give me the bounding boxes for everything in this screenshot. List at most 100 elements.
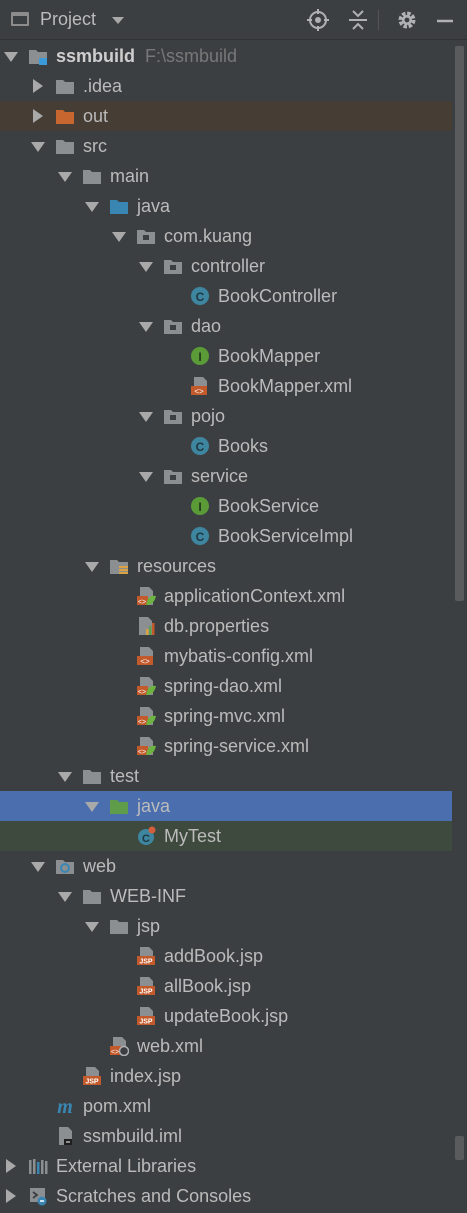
tree-node[interactable]: WEB-INF bbox=[0, 881, 452, 911]
jsp-icon: JSP bbox=[137, 947, 155, 966]
folder-gray-icon bbox=[110, 920, 128, 934]
project-view-icon[interactable] bbox=[11, 12, 29, 26]
svg-text:JSP: JSP bbox=[139, 959, 153, 966]
tree-node[interactable]: C BookServiceImpl bbox=[0, 521, 452, 551]
tree-node-name: Scratches and Consoles bbox=[56, 1186, 252, 1206]
tree-node[interactable]: pojo bbox=[0, 401, 452, 431]
tree-node[interactable]: test bbox=[0, 761, 452, 791]
collapse-all-icon[interactable] bbox=[346, 8, 370, 32]
tree-node[interactable]: <> spring-dao.xml bbox=[0, 671, 452, 701]
expand-arrow-down-icon[interactable] bbox=[4, 41, 18, 71]
expand-arrow-down-icon[interactable] bbox=[139, 461, 153, 491]
expand-arrow-right-icon[interactable] bbox=[4, 1181, 18, 1211]
expand-arrow-right-icon[interactable] bbox=[31, 101, 45, 131]
tree-node[interactable]: C MyTest bbox=[0, 821, 452, 851]
expand-arrow-down-icon[interactable] bbox=[112, 221, 126, 251]
gear-icon[interactable] bbox=[395, 8, 419, 32]
tree-node[interactable]: <> spring-service.xml bbox=[0, 731, 452, 761]
tree-node-name: pojo bbox=[191, 406, 226, 426]
tree-node[interactable]: .idea bbox=[0, 71, 452, 101]
svg-text:JSP: JSP bbox=[139, 1019, 153, 1026]
xml-icon: <> bbox=[191, 377, 207, 396]
expand-arrow-down-icon[interactable] bbox=[85, 911, 99, 941]
expand-arrow-down-icon[interactable] bbox=[139, 251, 153, 281]
tree-node-label: updateBook.jsp bbox=[164, 1001, 288, 1031]
tree-node-name: spring-service.xml bbox=[164, 736, 310, 756]
horizontal-scroll-thumb[interactable] bbox=[455, 1136, 464, 1160]
tree-node[interactable]: JSP index.jsp bbox=[0, 1061, 452, 1091]
tree-node[interactable]: java bbox=[0, 191, 452, 221]
tree-node[interactable]: ssmbuild F:\ssmbuild bbox=[0, 41, 452, 71]
tree-node-name: Books bbox=[218, 436, 269, 456]
folder-blue-icon bbox=[110, 200, 128, 214]
tree-node-name: ssmbuild bbox=[56, 46, 136, 66]
tree-node[interactable]: <> spring-mvc.xml bbox=[0, 701, 452, 731]
tree-node[interactable]: jsp bbox=[0, 911, 452, 941]
tree-node[interactable]: <> mybatis-config.xml bbox=[0, 641, 452, 671]
tree-node[interactable]: out bbox=[0, 101, 452, 131]
expand-arrow-right-icon[interactable] bbox=[4, 1151, 18, 1181]
tree-node-name: MyTest bbox=[164, 826, 222, 846]
svg-text:JSP: JSP bbox=[85, 1079, 99, 1086]
tree-node[interactable]: main bbox=[0, 161, 452, 191]
expand-arrow-down-icon[interactable] bbox=[31, 131, 45, 161]
tree-node[interactable]: java bbox=[0, 791, 452, 821]
expand-arrow-down-icon[interactable] bbox=[58, 161, 72, 191]
tree-node[interactable]: <> applicationContext.xml bbox=[0, 581, 452, 611]
tree-node-label: External Libraries bbox=[56, 1151, 196, 1181]
package-icon bbox=[164, 410, 182, 424]
tree-node-name: test bbox=[110, 766, 140, 786]
jsp-icon: JSP bbox=[137, 977, 155, 996]
chevron-down-icon[interactable] bbox=[112, 17, 124, 24]
expand-arrow-down-icon[interactable] bbox=[85, 791, 99, 821]
xml-icon: <> bbox=[137, 647, 153, 666]
tree-node-label: mybatis-config.xml bbox=[164, 641, 313, 671]
tree-node[interactable]: ssmbuild.iml bbox=[0, 1121, 452, 1151]
scratches-icon bbox=[30, 1188, 47, 1206]
tree-node-label: java bbox=[137, 191, 170, 221]
tree-node[interactable]: controller bbox=[0, 251, 452, 281]
tree-node-label: java bbox=[137, 791, 170, 821]
scrollbar-thumb[interactable] bbox=[455, 46, 464, 601]
tree-node[interactable]: db.properties bbox=[0, 611, 452, 641]
expand-arrow-right-icon[interactable] bbox=[31, 71, 45, 101]
folder-gray-icon bbox=[83, 770, 101, 784]
tree-node-name: ssmbuild.iml bbox=[83, 1126, 183, 1146]
tree-node[interactable]: Scratches and Consoles bbox=[0, 1181, 452, 1211]
expand-arrow-down-icon[interactable] bbox=[31, 851, 45, 881]
package-icon bbox=[164, 470, 182, 484]
tree-node[interactable]: web bbox=[0, 851, 452, 881]
expand-arrow-down-icon[interactable] bbox=[139, 311, 153, 341]
expand-arrow-down-icon[interactable] bbox=[58, 881, 72, 911]
tree-node[interactable]: resources bbox=[0, 551, 452, 581]
tree-node[interactable]: I BookService bbox=[0, 491, 452, 521]
expand-arrow-down-icon[interactable] bbox=[85, 551, 99, 581]
class-icon: C bbox=[191, 437, 209, 455]
tree-node[interactable]: com.kuang bbox=[0, 221, 452, 251]
tree-node[interactable]: dao bbox=[0, 311, 452, 341]
minimize-icon[interactable] bbox=[433, 8, 457, 32]
tree-node-label: Books bbox=[218, 431, 268, 461]
tree-node[interactable]: m pom.xml bbox=[0, 1091, 452, 1121]
folder-gray-icon bbox=[83, 170, 101, 184]
tree-node[interactable]: src bbox=[0, 131, 452, 161]
tree-node[interactable]: JSP allBook.jsp bbox=[0, 971, 452, 1001]
expand-arrow-down-icon[interactable] bbox=[139, 401, 153, 431]
tree-node[interactable]: External Libraries bbox=[0, 1151, 452, 1181]
expand-arrow-down-icon[interactable] bbox=[58, 761, 72, 791]
tree-node[interactable]: JSP updateBook.jsp bbox=[0, 1001, 452, 1031]
locate-icon[interactable] bbox=[306, 8, 330, 32]
tree-node[interactable]: <> web.xml bbox=[0, 1031, 452, 1061]
tree-node[interactable]: I BookMapper bbox=[0, 341, 452, 371]
tree-node-label: BookMapper.xml bbox=[218, 371, 352, 401]
tree-node[interactable]: <> BookMapper.xml bbox=[0, 371, 452, 401]
tree-node[interactable]: C BookController bbox=[0, 281, 452, 311]
tree-node[interactable]: service bbox=[0, 461, 452, 491]
tree-node-label: pom.xml bbox=[83, 1091, 151, 1121]
jsp-icon: JSP bbox=[137, 1007, 155, 1026]
iml-icon bbox=[59, 1127, 72, 1145]
tree-node[interactable]: JSP addBook.jsp bbox=[0, 941, 452, 971]
tree-node[interactable]: C Books bbox=[0, 431, 452, 461]
expand-arrow-down-icon[interactable] bbox=[85, 191, 99, 221]
project-view-title[interactable]: Project bbox=[40, 9, 96, 30]
